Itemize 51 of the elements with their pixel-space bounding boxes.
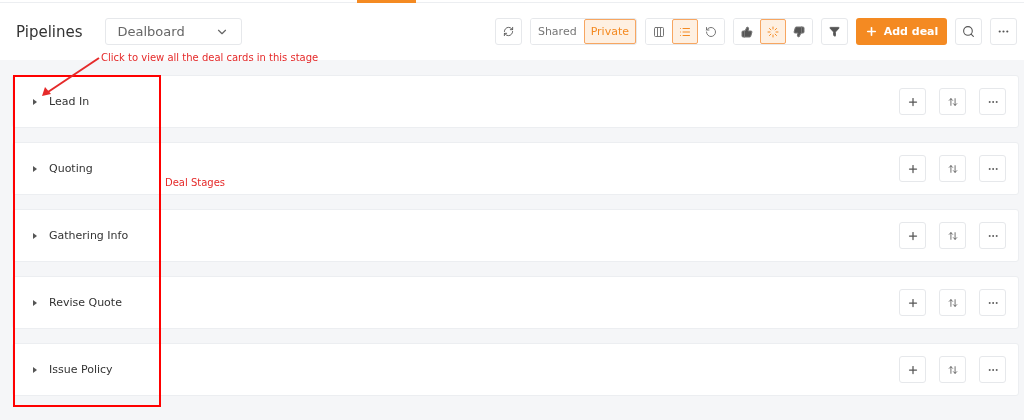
sort-button[interactable] bbox=[939, 222, 966, 249]
search-button[interactable] bbox=[955, 18, 982, 45]
search-icon bbox=[962, 25, 975, 38]
stage-name: Issue Policy bbox=[49, 363, 113, 376]
sort-icon bbox=[947, 163, 958, 174]
annotation-text: Click to view all the deal cards in this stage bbox=[101, 52, 319, 63]
pipeline-select[interactable]: Dealboard bbox=[104, 18, 242, 45]
spinner-icon bbox=[767, 25, 779, 38]
add-button[interactable] bbox=[899, 222, 926, 249]
expand-caret[interactable] bbox=[31, 298, 39, 307]
sort-icon bbox=[947, 230, 958, 241]
thumbs-down-icon bbox=[793, 25, 805, 38]
sort-button[interactable] bbox=[939, 289, 966, 316]
annotation-text: Deal Stages bbox=[165, 177, 226, 188]
filter-icon bbox=[829, 26, 840, 37]
sort-button[interactable] bbox=[939, 88, 966, 115]
add-button[interactable] bbox=[899, 289, 926, 316]
plus-icon bbox=[906, 363, 919, 376]
sort-button[interactable] bbox=[939, 356, 966, 383]
thumbs-up-icon bbox=[741, 25, 753, 38]
list-icon bbox=[679, 25, 691, 38]
sort-button[interactable] bbox=[939, 155, 966, 182]
expand-caret[interactable] bbox=[31, 231, 39, 240]
filter-button[interactable] bbox=[821, 18, 848, 45]
annotation-arrow bbox=[41, 55, 102, 98]
stage-name: Revise Quote bbox=[49, 296, 122, 309]
plus-icon bbox=[864, 25, 878, 38]
active-tab-indicator bbox=[357, 0, 416, 3]
add-button[interactable] bbox=[899, 155, 926, 182]
expand-caret[interactable] bbox=[31, 164, 39, 173]
add-deal-button[interactable]: Add deal bbox=[856, 18, 947, 45]
page-title: Pipelines bbox=[16, 22, 83, 41]
refresh-button[interactable] bbox=[494, 18, 522, 45]
expand-caret[interactable] bbox=[31, 97, 39, 106]
sort-icon bbox=[947, 297, 958, 308]
history-icon bbox=[705, 25, 717, 38]
board-icon bbox=[653, 25, 665, 38]
stage-name: Gathering Info bbox=[49, 229, 129, 242]
plus-icon bbox=[906, 162, 919, 175]
expand-caret[interactable] bbox=[31, 365, 39, 374]
view-mode-button[interactable] bbox=[672, 19, 698, 44]
stage-name: Lead In bbox=[49, 95, 90, 108]
sort-icon bbox=[947, 364, 958, 375]
plus-icon bbox=[906, 229, 919, 242]
refresh-icon bbox=[502, 26, 514, 37]
sort-icon bbox=[947, 96, 958, 107]
plus-icon bbox=[906, 95, 919, 108]
add-button[interactable] bbox=[899, 88, 926, 115]
stage-name: Quoting bbox=[49, 162, 93, 175]
plus-icon bbox=[906, 296, 919, 309]
add-button[interactable] bbox=[899, 356, 926, 383]
